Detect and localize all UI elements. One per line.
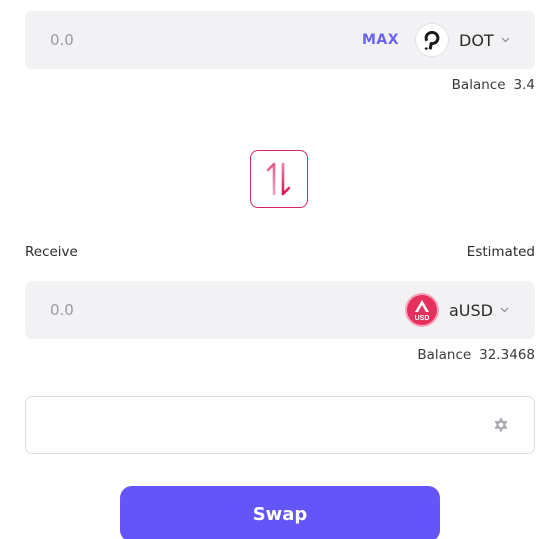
pay-token-symbol: DOT bbox=[459, 30, 494, 50]
max-button[interactable]: MAX bbox=[362, 32, 399, 48]
swap-panel: MAX DOT Balance 3.4 bbox=[0, 0, 558, 539]
pay-balance: Balance 3.4 bbox=[452, 77, 535, 93]
receive-label: Receive bbox=[25, 244, 78, 260]
swap-arrows-icon bbox=[266, 162, 291, 196]
swap-settings-panel bbox=[25, 396, 535, 454]
pay-amount-input[interactable] bbox=[50, 31, 230, 49]
ausd-icon-text: USD bbox=[415, 315, 430, 322]
switch-tokens-button[interactable] bbox=[250, 150, 308, 208]
ausd-icon: USD bbox=[405, 293, 439, 327]
receive-token-symbol: aUSD bbox=[449, 300, 493, 320]
chevron-down-icon bbox=[501, 37, 510, 43]
swap-button[interactable]: Swap bbox=[120, 486, 440, 539]
receive-balance: Balance 32.3468 bbox=[417, 347, 535, 363]
pay-token-row: MAX DOT bbox=[25, 11, 535, 69]
receive-balance-label: Balance bbox=[417, 347, 472, 363]
pay-balance-value: 3.4 bbox=[513, 77, 535, 93]
pay-token-selector[interactable]: DOT bbox=[415, 23, 510, 57]
receive-token-selector[interactable]: USD aUSD bbox=[405, 293, 509, 327]
polkadot-icon bbox=[415, 23, 449, 57]
receive-amount-input[interactable] bbox=[50, 301, 230, 319]
estimated-label: Estimated bbox=[466, 244, 535, 260]
receive-balance-value: 32.3468 bbox=[479, 347, 535, 363]
pay-balance-label: Balance bbox=[451, 77, 506, 93]
chevron-down-icon bbox=[500, 307, 509, 313]
gear-icon[interactable] bbox=[492, 416, 510, 434]
receive-token-row: USD aUSD bbox=[25, 281, 535, 339]
